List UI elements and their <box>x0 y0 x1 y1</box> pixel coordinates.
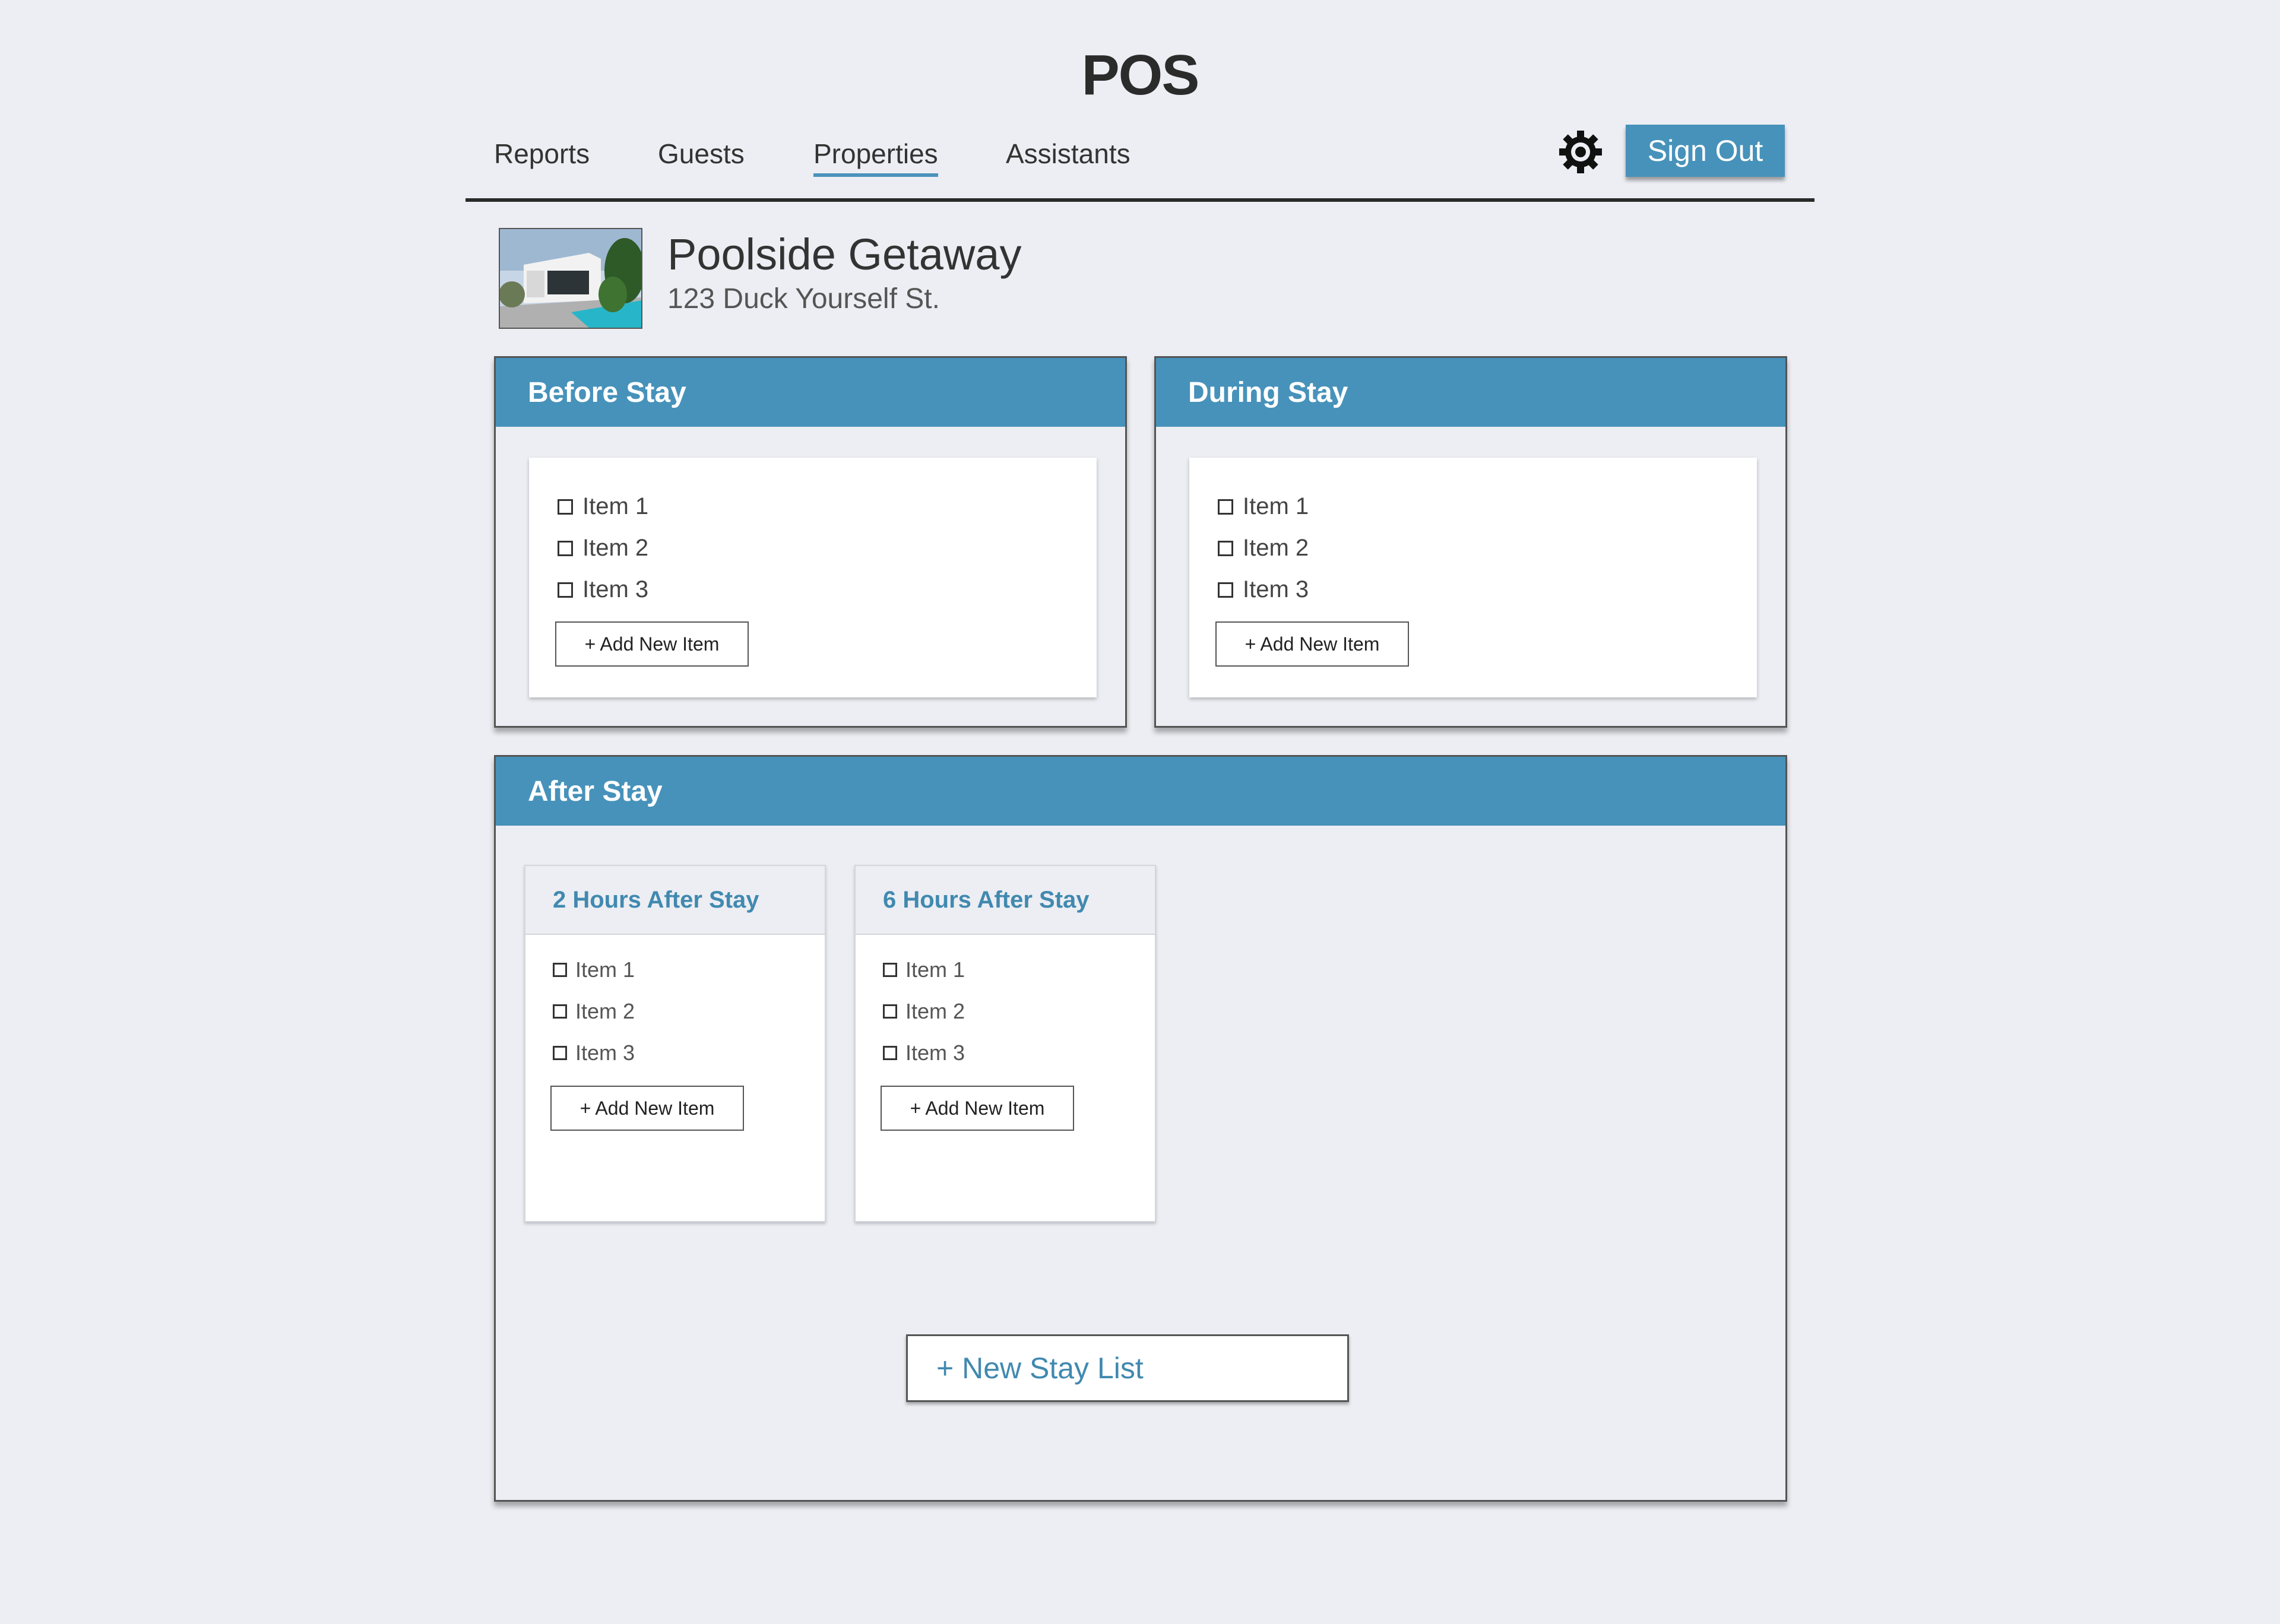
list-item[interactable]: Item 2 <box>558 535 648 562</box>
list-item[interactable]: Item 1 <box>553 957 635 982</box>
checkbox[interactable] <box>1218 499 1233 515</box>
add-item-button[interactable]: + Add New Item <box>881 1086 1074 1131</box>
checkbox[interactable] <box>558 540 573 556</box>
list-item[interactable]: Item 3 <box>883 1041 965 1065</box>
list-item[interactable]: Item 2 <box>1218 535 1309 562</box>
new-stay-list-button[interactable]: + New Stay List <box>906 1334 1349 1402</box>
panel-title: Before Stay <box>496 358 1125 427</box>
panel-title: During Stay <box>1156 358 1785 427</box>
tab-properties[interactable]: Properties <box>813 138 938 177</box>
checkbox[interactable] <box>883 1046 897 1060</box>
list-item[interactable]: Item 3 <box>1218 576 1309 603</box>
checkbox[interactable] <box>553 963 567 977</box>
stay-list-card: 6 Hours After Stay Item 1 Item 2 Item 3 … <box>854 865 1156 1222</box>
checkbox[interactable] <box>883 963 897 977</box>
tab-assistants[interactable]: Assistants <box>1006 138 1130 173</box>
checkbox[interactable] <box>1218 540 1233 556</box>
add-item-button[interactable]: + Add New Item <box>550 1086 744 1131</box>
gear-icon[interactable] <box>1557 128 1604 176</box>
list-item[interactable]: Item 2 <box>883 999 965 1024</box>
list-item[interactable]: Item 1 <box>883 957 965 982</box>
stay-list-title: 2 Hours After Stay <box>525 866 825 935</box>
during-stay-panel: During Stay Item 1 Item 2 Item 3 + Add N… <box>1154 356 1787 728</box>
list-item[interactable]: Item 2 <box>553 999 635 1024</box>
list-item[interactable]: Item 3 <box>553 1041 635 1065</box>
app-title: POS <box>1081 43 1200 107</box>
house-photo-icon <box>500 229 641 328</box>
checkbox[interactable] <box>883 1004 897 1019</box>
checkbox[interactable] <box>553 1046 567 1060</box>
checklist-card: Item 1 Item 2 Item 3 + Add New Item <box>529 458 1097 697</box>
list-item[interactable]: Item 3 <box>558 576 648 603</box>
checkbox[interactable] <box>1218 582 1233 598</box>
property-address: 123 Duck Yourself St. <box>667 283 940 315</box>
property-name: Poolside Getaway <box>667 230 1022 279</box>
top-nav: Reports Guests Properties Assistants Sig… <box>466 119 1814 202</box>
panel-title: After Stay <box>496 757 1785 826</box>
checkbox[interactable] <box>558 582 573 598</box>
tab-guests[interactable]: Guests <box>658 138 745 173</box>
add-item-button[interactable]: + Add New Item <box>1215 621 1409 667</box>
stay-list-title: 6 Hours After Stay <box>856 866 1155 935</box>
checkbox[interactable] <box>558 499 573 515</box>
sign-out-button[interactable]: Sign Out <box>1626 125 1785 177</box>
checklist-card: Item 1 Item 2 Item 3 + Add New Item <box>1189 458 1757 697</box>
list-item[interactable]: Item 1 <box>1218 493 1309 520</box>
add-item-button[interactable]: + Add New Item <box>555 621 749 667</box>
stay-list-card: 2 Hours After Stay Item 1 Item 2 Item 3 … <box>524 865 826 1222</box>
property-thumbnail <box>499 228 642 329</box>
before-stay-panel: Before Stay Item 1 Item 2 Item 3 + Add N… <box>494 356 1127 728</box>
list-item[interactable]: Item 1 <box>558 493 648 520</box>
tab-reports[interactable]: Reports <box>494 138 590 173</box>
checkbox[interactable] <box>553 1004 567 1019</box>
